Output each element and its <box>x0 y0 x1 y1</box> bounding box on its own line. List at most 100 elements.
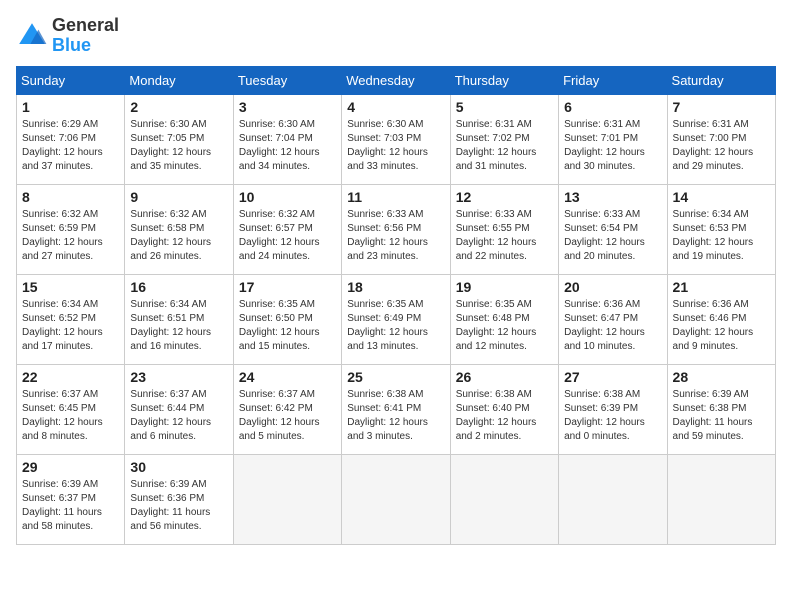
day-number: 26 <box>456 369 553 385</box>
day-number: 29 <box>22 459 119 475</box>
day-info: Sunrise: 6:38 AMSunset: 6:39 PMDaylight:… <box>564 388 661 444</box>
calendar-cell: 24Sunrise: 6:37 AMSunset: 6:42 PMDayligh… <box>233 364 341 454</box>
calendar-week-row: 29 Sunrise: 6:39 AMSunset: 6:37 PMDayligh… <box>17 454 776 544</box>
day-info: Sunrise: 6:29 AMSunset: 7:06 PMDaylight:… <box>22 118 119 174</box>
calendar-cell: 11 Sunrise: 6:33 AMSunset: 6:56 PMDayligh… <box>342 184 450 274</box>
day-number: 25 <box>347 369 444 385</box>
calendar-header-row: SundayMondayTuesdayWednesdayThursdayFrid… <box>17 66 776 94</box>
calendar-week-row: 8Sunrise: 6:32 AMSunset: 6:59 PMDaylight… <box>17 184 776 274</box>
weekday-header-tuesday: Tuesday <box>233 66 341 94</box>
calendar-cell: 13 Sunrise: 6:33 AMSunset: 6:54 PMDayligh… <box>559 184 667 274</box>
day-info: Sunrise: 6:35 AMSunset: 6:48 PMDaylight:… <box>456 298 553 354</box>
weekday-header-sunday: Sunday <box>17 66 125 94</box>
day-info: Sunrise: 6:39 AMSunset: 6:37 PMDaylight:… <box>22 478 119 534</box>
day-info: Sunrise: 6:33 AMSunset: 6:54 PMDaylight:… <box>564 208 661 264</box>
day-info: Sunrise: 6:33 AMSunset: 6:55 PMDaylight:… <box>456 208 553 264</box>
day-number: 4 <box>347 99 444 115</box>
day-number: 13 <box>564 189 661 205</box>
day-info: Sunrise: 6:33 AMSunset: 6:56 PMDaylight:… <box>347 208 444 264</box>
day-number: 15 <box>22 279 119 295</box>
calendar-week-row: 1 Sunrise: 6:29 AMSunset: 7:06 PMDaylight… <box>17 94 776 184</box>
calendar-cell <box>342 454 450 544</box>
calendar-cell: 25 Sunrise: 6:38 AMSunset: 6:41 PMDayligh… <box>342 364 450 454</box>
calendar-table: SundayMondayTuesdayWednesdayThursdayFrid… <box>16 66 776 545</box>
calendar-cell: 12 Sunrise: 6:33 AMSunset: 6:55 PMDayligh… <box>450 184 558 274</box>
day-number: 20 <box>564 279 661 295</box>
day-number: 8 <box>22 189 119 205</box>
day-number: 9 <box>130 189 227 205</box>
day-info: Sunrise: 6:37 AMSunset: 6:45 PMDaylight:… <box>22 388 119 444</box>
calendar-cell: 10Sunrise: 6:32 AMSunset: 6:57 PMDayligh… <box>233 184 341 274</box>
calendar-week-row: 15 Sunrise: 6:34 AMSunset: 6:52 PMDayligh… <box>17 274 776 364</box>
calendar-cell <box>450 454 558 544</box>
calendar-cell: 28Sunrise: 6:39 AMSunset: 6:38 PMDayligh… <box>667 364 775 454</box>
weekday-header-monday: Monday <box>125 66 233 94</box>
page-header: GeneralBlue <box>16 16 776 56</box>
calendar-cell: 3Sunrise: 6:30 AMSunset: 7:04 PMDaylight… <box>233 94 341 184</box>
calendar-cell: 4 Sunrise: 6:30 AMSunset: 7:03 PMDaylight… <box>342 94 450 184</box>
calendar-cell: 27 Sunrise: 6:38 AMSunset: 6:39 PMDayligh… <box>559 364 667 454</box>
day-number: 12 <box>456 189 553 205</box>
weekday-header-thursday: Thursday <box>450 66 558 94</box>
day-number: 1 <box>22 99 119 115</box>
calendar-cell <box>233 454 341 544</box>
calendar-cell: 19 Sunrise: 6:35 AMSunset: 6:48 PMDayligh… <box>450 274 558 364</box>
calendar-cell: 30Sunrise: 6:39 AMSunset: 6:36 PMDayligh… <box>125 454 233 544</box>
day-number: 14 <box>673 189 770 205</box>
calendar-cell: 15 Sunrise: 6:34 AMSunset: 6:52 PMDayligh… <box>17 274 125 364</box>
calendar-cell: 9 Sunrise: 6:32 AMSunset: 6:58 PMDaylight… <box>125 184 233 274</box>
calendar-cell: 23Sunrise: 6:37 AMSunset: 6:44 PMDayligh… <box>125 364 233 454</box>
day-info: Sunrise: 6:35 AMSunset: 6:50 PMDaylight:… <box>239 298 336 354</box>
calendar-cell: 21 Sunrise: 6:36 AMSunset: 6:46 PMDayligh… <box>667 274 775 364</box>
day-info: Sunrise: 6:38 AMSunset: 6:41 PMDaylight:… <box>347 388 444 444</box>
calendar-week-row: 22 Sunrise: 6:37 AMSunset: 6:45 PMDayligh… <box>17 364 776 454</box>
calendar-cell <box>667 454 775 544</box>
calendar-cell: 8Sunrise: 6:32 AMSunset: 6:59 PMDaylight… <box>17 184 125 274</box>
day-info: Sunrise: 6:36 AMSunset: 6:46 PMDaylight:… <box>673 298 770 354</box>
weekday-header-friday: Friday <box>559 66 667 94</box>
day-info: Sunrise: 6:31 AMSunset: 7:00 PMDaylight:… <box>673 118 770 174</box>
calendar-cell: 5 Sunrise: 6:31 AMSunset: 7:02 PMDaylight… <box>450 94 558 184</box>
logo: GeneralBlue <box>16 16 119 56</box>
day-number: 7 <box>673 99 770 115</box>
day-number: 28 <box>673 369 770 385</box>
day-number: 17 <box>239 279 336 295</box>
day-info: Sunrise: 6:37 AMSunset: 6:42 PMDaylight:… <box>239 388 336 444</box>
day-number: 16 <box>130 279 227 295</box>
weekday-header-saturday: Saturday <box>667 66 775 94</box>
calendar-cell: 16 Sunrise: 6:34 AMSunset: 6:51 PMDayligh… <box>125 274 233 364</box>
calendar-cell: 6Sunrise: 6:31 AMSunset: 7:01 PMDaylight… <box>559 94 667 184</box>
day-info: Sunrise: 6:31 AMSunset: 7:02 PMDaylight:… <box>456 118 553 174</box>
day-number: 18 <box>347 279 444 295</box>
calendar-cell: 2Sunrise: 6:30 AMSunset: 7:05 PMDaylight… <box>125 94 233 184</box>
day-number: 11 <box>347 189 444 205</box>
calendar-cell <box>559 454 667 544</box>
day-info: Sunrise: 6:30 AMSunset: 7:03 PMDaylight:… <box>347 118 444 174</box>
calendar-cell: 14 Sunrise: 6:34 AMSunset: 6:53 PMDayligh… <box>667 184 775 274</box>
day-info: Sunrise: 6:34 AMSunset: 6:53 PMDaylight:… <box>673 208 770 264</box>
day-number: 19 <box>456 279 553 295</box>
day-info: Sunrise: 6:34 AMSunset: 6:52 PMDaylight:… <box>22 298 119 354</box>
calendar-cell: 20 Sunrise: 6:36 AMSunset: 6:47 PMDayligh… <box>559 274 667 364</box>
day-info: Sunrise: 6:39 AMSunset: 6:36 PMDaylight:… <box>130 478 227 534</box>
day-info: Sunrise: 6:34 AMSunset: 6:51 PMDaylight:… <box>130 298 227 354</box>
day-info: Sunrise: 6:35 AMSunset: 6:49 PMDaylight:… <box>347 298 444 354</box>
day-info: Sunrise: 6:38 AMSunset: 6:40 PMDaylight:… <box>456 388 553 444</box>
day-number: 22 <box>22 369 119 385</box>
day-number: 10 <box>239 189 336 205</box>
day-info: Sunrise: 6:30 AMSunset: 7:05 PMDaylight:… <box>130 118 227 174</box>
day-number: 6 <box>564 99 661 115</box>
logo-text: GeneralBlue <box>52 16 119 56</box>
day-number: 21 <box>673 279 770 295</box>
day-number: 5 <box>456 99 553 115</box>
calendar-cell: 29 Sunrise: 6:39 AMSunset: 6:37 PMDayligh… <box>17 454 125 544</box>
day-info: Sunrise: 6:36 AMSunset: 6:47 PMDaylight:… <box>564 298 661 354</box>
calendar-cell: 22 Sunrise: 6:37 AMSunset: 6:45 PMDayligh… <box>17 364 125 454</box>
calendar-cell: 7 Sunrise: 6:31 AMSunset: 7:00 PMDaylight… <box>667 94 775 184</box>
day-number: 3 <box>239 99 336 115</box>
calendar-cell: 1 Sunrise: 6:29 AMSunset: 7:06 PMDaylight… <box>17 94 125 184</box>
calendar-cell: 17 Sunrise: 6:35 AMSunset: 6:50 PMDayligh… <box>233 274 341 364</box>
day-info: Sunrise: 6:32 AMSunset: 6:58 PMDaylight:… <box>130 208 227 264</box>
logo-icon <box>16 20 48 52</box>
day-number: 27 <box>564 369 661 385</box>
